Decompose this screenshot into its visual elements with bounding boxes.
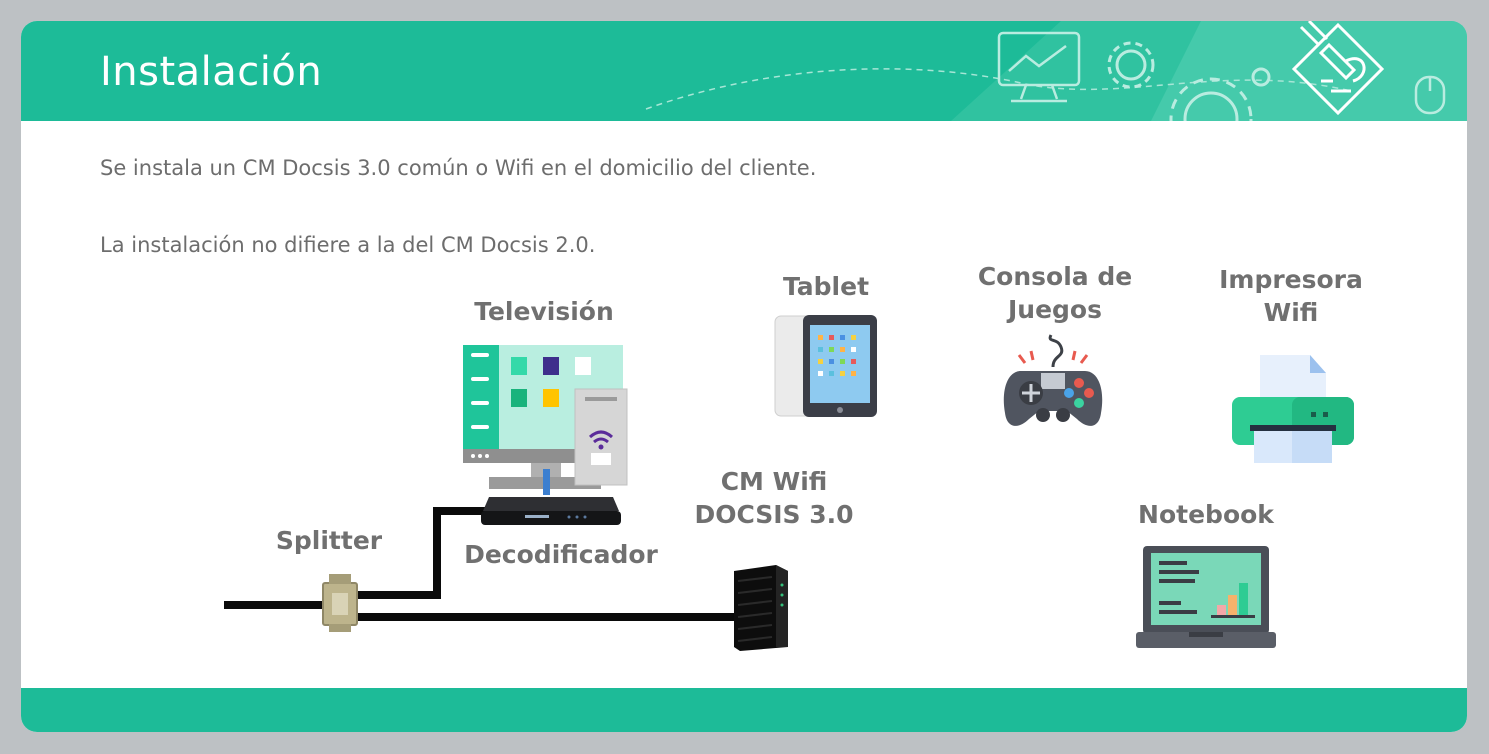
slide: Instalación Se instala un CM Docsis 3.0 … [21,21,1467,732]
hdmi-cable [543,469,550,495]
decoder-box-icon [481,497,621,525]
notebook-icon [1136,546,1276,648]
footer-bar [21,688,1467,732]
game-controller-icon [1003,334,1103,426]
tablet-icon [774,315,877,417]
splitter-device [322,574,358,632]
printer-icon [1232,355,1354,463]
cable-modem-icon [734,565,788,651]
